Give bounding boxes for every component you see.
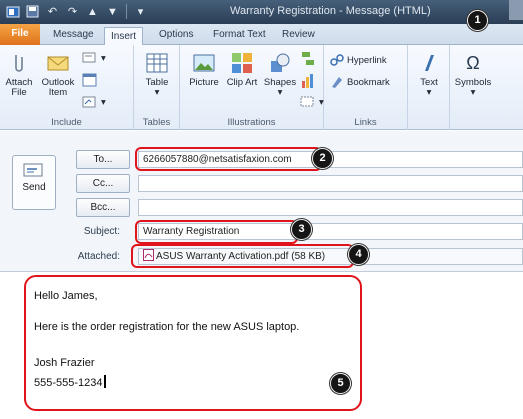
shapes-dropdown-arrow: ▾ bbox=[277, 87, 283, 98]
qat-separator bbox=[126, 4, 127, 19]
text-box-icon bbox=[425, 55, 434, 71]
tables-group-label: Tables bbox=[142, 117, 171, 128]
ribbon-group-links: Hyperlink Bookmark Links bbox=[324, 45, 408, 130]
ribbon-group-text: Text ▾ bbox=[408, 45, 450, 130]
bookmark-button[interactable]: Bookmark bbox=[330, 75, 390, 89]
bookmark-icon bbox=[332, 77, 342, 88]
tab-options[interactable]: Options bbox=[153, 26, 199, 45]
tab-review[interactable]: Review bbox=[276, 26, 321, 45]
redo-icon[interactable]: ↷ bbox=[64, 3, 81, 20]
picture-button[interactable]: Picture bbox=[186, 51, 222, 88]
cc-field[interactable] bbox=[138, 175, 523, 192]
screenshot-button[interactable]: ▾ bbox=[300, 95, 324, 109]
omega-icon: Ω bbox=[466, 53, 480, 73]
calendar-button[interactable] bbox=[82, 73, 98, 87]
hyperlink-icon bbox=[330, 54, 344, 66]
highlight-to-field bbox=[135, 147, 322, 171]
signature-icon bbox=[82, 96, 96, 108]
text-button[interactable]: Text ▾ bbox=[411, 51, 447, 98]
subject-label: Subject: bbox=[83, 226, 120, 237]
bcc-field[interactable] bbox=[138, 199, 523, 216]
shapes-icon bbox=[271, 53, 290, 72]
calendar-icon bbox=[82, 73, 97, 87]
annotation-badge-2: 2 bbox=[312, 148, 333, 169]
chart-button[interactable] bbox=[300, 73, 316, 89]
shapes-button[interactable]: Shapes ▾ bbox=[262, 51, 298, 98]
ribbon: Attach File Outlook Item ▾ ▾ Include Tab… bbox=[0, 45, 523, 130]
window-control-minimize[interactable] bbox=[509, 0, 523, 20]
attach-file-button[interactable]: Attach File bbox=[2, 51, 36, 98]
quick-access-toolbar: ↶ ↷ ▲ ▼ ▾ bbox=[4, 3, 149, 20]
ribbon-group-tables: Table ▾ Tables bbox=[134, 45, 180, 130]
table-button[interactable]: Table ▾ bbox=[139, 51, 175, 98]
annotation-badge-1: 1 bbox=[467, 10, 488, 31]
illustrations-group-label: Illustrations bbox=[227, 117, 276, 128]
annotation-badge-4: 4 bbox=[348, 244, 369, 265]
smartart-icon bbox=[302, 52, 314, 65]
outlook-item-button[interactable]: Outlook Item bbox=[40, 51, 76, 98]
tab-message[interactable]: Message bbox=[47, 26, 100, 45]
ribbon-group-symbols: Ω Symbols ▾ bbox=[450, 45, 523, 130]
chart-icon bbox=[302, 74, 313, 88]
cc-button[interactable]: Cc... bbox=[76, 174, 130, 193]
undo-icon[interactable]: ↶ bbox=[44, 3, 61, 20]
clip-art-button[interactable]: Clip Art bbox=[224, 51, 260, 88]
tab-insert[interactable]: Insert bbox=[104, 27, 144, 46]
highlight-message-body bbox=[24, 275, 362, 411]
symbols-button[interactable]: Ω Symbols ▾ bbox=[454, 51, 492, 98]
highlight-subject-field bbox=[135, 220, 298, 244]
table-icon bbox=[146, 53, 168, 73]
tab-file[interactable]: File bbox=[0, 24, 40, 45]
symbols-dropdown-arrow: ▾ bbox=[470, 87, 476, 98]
ribbon-tabs: File Message Insert Options Format Text … bbox=[0, 24, 523, 46]
send-label: Send bbox=[22, 182, 46, 193]
business-card-button[interactable]: ▾ bbox=[82, 51, 106, 65]
outlook-app-icon[interactable] bbox=[4, 3, 21, 20]
picture-icon bbox=[193, 54, 215, 72]
send-envelope-icon bbox=[23, 163, 43, 177]
links-group-label: Links bbox=[354, 117, 377, 128]
window-title: Warranty Registration - Message (HTML) bbox=[230, 5, 431, 17]
arrow-up-icon[interactable]: ▲ bbox=[84, 3, 101, 20]
to-button[interactable]: To... bbox=[76, 150, 130, 169]
highlight-attachment bbox=[131, 244, 354, 268]
annotation-badge-3: 3 bbox=[291, 219, 312, 240]
clip-art-icon bbox=[232, 53, 252, 73]
attached-label: Attached: bbox=[77, 251, 120, 262]
annotation-badge-5: 5 bbox=[330, 373, 351, 394]
screenshot-icon bbox=[300, 96, 314, 107]
customize-qat-icon[interactable]: ▾ bbox=[132, 3, 149, 20]
paperclip-icon bbox=[15, 55, 23, 72]
tab-format-text[interactable]: Format Text bbox=[207, 26, 272, 45]
title-bar: ↶ ↷ ▲ ▼ ▾ Warranty Registration - Messag… bbox=[0, 0, 523, 24]
table-dropdown-arrow: ▾ bbox=[154, 87, 160, 98]
envelope-icon bbox=[47, 56, 69, 71]
save-icon[interactable] bbox=[24, 3, 41, 20]
smartart-button[interactable] bbox=[300, 51, 316, 67]
signature-button[interactable]: ▾ bbox=[82, 95, 106, 109]
business-card-icon bbox=[82, 52, 96, 63]
arrow-down-icon[interactable]: ▼ bbox=[104, 3, 121, 20]
send-button[interactable]: Send bbox=[12, 155, 56, 210]
include-group-label: Include bbox=[51, 117, 82, 128]
ribbon-group-illustrations: Picture Clip Art Shapes ▾ ▾ Illustrations bbox=[180, 45, 324, 130]
text-dropdown-arrow: ▾ bbox=[426, 87, 432, 98]
bcc-button[interactable]: Bcc... bbox=[76, 198, 130, 217]
ribbon-group-include: Attach File Outlook Item ▾ ▾ Include bbox=[0, 45, 134, 130]
hyperlink-button[interactable]: Hyperlink bbox=[330, 53, 387, 67]
